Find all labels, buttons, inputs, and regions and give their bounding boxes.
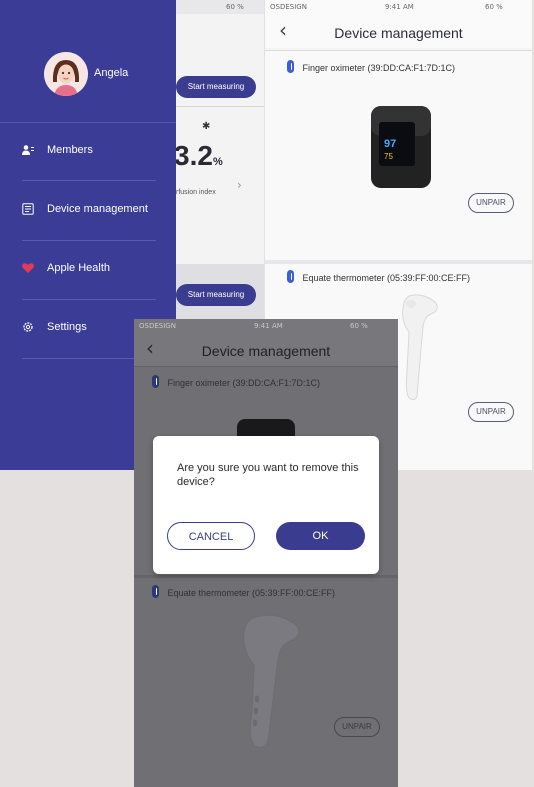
battery-text: 60 % xyxy=(350,322,368,330)
sidebar-item-members[interactable]: Members xyxy=(0,124,176,180)
thermometer-image xyxy=(402,294,438,401)
bluetooth-icon xyxy=(152,375,159,389)
unpair-button-thermometer[interactable]: UNPAIR xyxy=(334,717,380,737)
value-unit: % xyxy=(212,156,223,168)
perfusion-label: rfusion index xyxy=(176,189,216,196)
sidebar-item-label: Members xyxy=(47,144,93,156)
device-row-oximeter: Finger oximeter (39:DD:CA:F1:7D:1C) xyxy=(152,373,320,391)
status-bar: OSDESIGN 9:41 AM 60 % xyxy=(134,319,398,333)
value-number: 3.2 xyxy=(174,140,213,171)
home-divider xyxy=(176,106,264,107)
perfusion-value: 3.2% xyxy=(174,140,223,172)
oximeter-pr-readout: 75 xyxy=(384,152,393,161)
cancel-button[interactable]: CANCEL xyxy=(167,522,255,550)
confirm-dialog: Are you sure you want to remove this dev… xyxy=(153,436,379,574)
gear-icon xyxy=(23,322,33,332)
ok-button[interactable]: OK xyxy=(276,522,365,550)
device-name: Finger oximeter (39:DD:CA:F1:7D:1C) xyxy=(302,63,455,73)
avatar[interactable] xyxy=(44,52,88,96)
thermometer-image xyxy=(243,614,300,748)
carrier-text: OSDESIGN xyxy=(139,322,176,330)
menu-divider xyxy=(22,299,156,300)
time-text: 9:41 AM xyxy=(385,3,414,11)
time-text: 9:41 AM xyxy=(254,322,283,330)
bluetooth-icon xyxy=(287,270,294,284)
dialog-message: Are you sure you want to remove this dev… xyxy=(177,462,359,488)
heart-icon xyxy=(22,263,34,273)
start-measuring-button[interactable]: Start measuring xyxy=(176,76,256,98)
carrier-text: OSDESIGN xyxy=(270,3,307,11)
device-name: Equate thermometer (05:39:FF:00:CE:FF) xyxy=(302,273,471,283)
page-title: Device management xyxy=(334,25,463,41)
members-icon xyxy=(22,145,34,155)
sidebar-item-label: Settings xyxy=(47,321,87,333)
status-bar: OSDESIGN 9:41 AM 60 % xyxy=(265,0,532,14)
bluetooth-status-icon: ✱ xyxy=(202,121,211,132)
bluetooth-icon xyxy=(287,60,294,74)
sidebar-top-divider xyxy=(0,122,176,123)
avatar-image xyxy=(44,52,88,96)
chevron-right-icon[interactable]: › xyxy=(237,178,242,192)
unpair-button-thermometer[interactable]: UNPAIR xyxy=(468,402,514,422)
device-row-thermometer: Equate thermometer (05:39:FF:00:CE:FF) xyxy=(287,268,470,286)
sidebar-item-device-management[interactable]: Device management xyxy=(0,183,176,239)
menu-divider xyxy=(22,240,156,241)
unpair-button-oximeter[interactable]: UNPAIR xyxy=(468,193,514,213)
device-row-thermometer: Equate thermometer (05:39:FF:00:CE:FF) xyxy=(152,583,335,601)
dialog-screen: OSDESIGN 9:41 AM 60 % ‹ Device managemen… xyxy=(134,319,398,787)
nav-bar: ‹ Device management xyxy=(265,14,532,48)
user-name: Angela xyxy=(94,67,129,79)
sidebar-item-apple-health[interactable]: Apple Health xyxy=(0,242,176,298)
bluetooth-icon xyxy=(152,585,159,599)
device-name: Finger oximeter (39:DD:CA:F1:7D:1C) xyxy=(167,378,320,388)
oximeter-spo2-readout: 97 xyxy=(384,138,397,150)
section-gap xyxy=(134,575,398,578)
menu-divider xyxy=(22,180,156,181)
sidebar-item-label: Apple Health xyxy=(47,262,110,274)
nav-divider xyxy=(134,366,398,367)
device-row-oximeter: Finger oximeter (39:DD:CA:F1:7D:1C) xyxy=(287,58,455,76)
device-icon xyxy=(22,203,34,215)
sidebar-item-label: Device management xyxy=(47,203,148,215)
oximeter-image xyxy=(371,106,431,188)
battery-text: 60 % xyxy=(485,3,503,11)
nav-bar: ‹ Device management xyxy=(134,333,398,367)
page-title: Device management xyxy=(201,343,331,359)
device-name: Equate thermometer (05:39:FF:00:CE:FF) xyxy=(167,588,336,598)
start-measuring-button-2[interactable]: Start measuring xyxy=(176,284,256,306)
battery-text: 60 % xyxy=(226,3,244,11)
